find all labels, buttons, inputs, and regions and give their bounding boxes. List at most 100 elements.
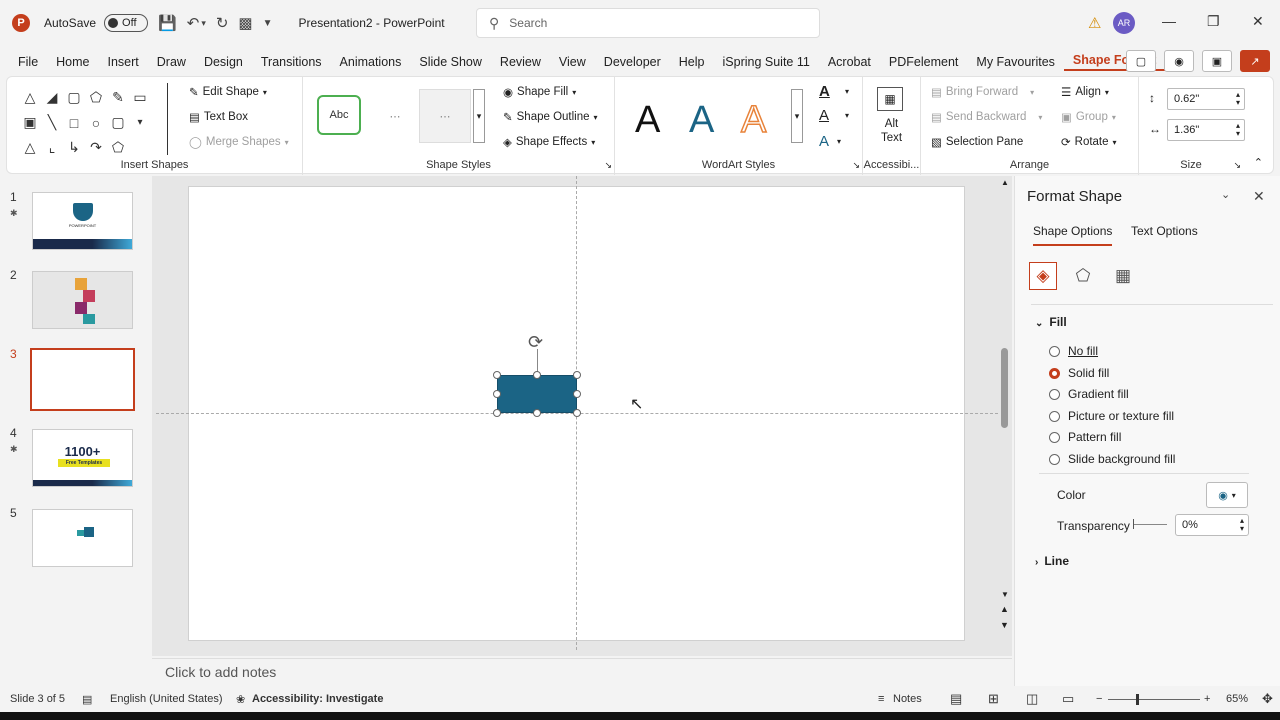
undo-dropdown-icon[interactable]: ▾ (201, 18, 206, 29)
tab-shape-options[interactable]: Shape Options (1033, 224, 1113, 246)
collapse-ribbon-icon[interactable]: ⌃ (1254, 156, 1263, 169)
present-icon[interactable]: ▩ (238, 14, 252, 32)
wordart-style-black[interactable]: A (635, 99, 660, 142)
slide-sorter-icon[interactable]: ⊞ (988, 691, 999, 707)
pane-options-icon[interactable]: ⌄ (1221, 188, 1230, 201)
text-effects-icon[interactable]: A (819, 133, 829, 150)
close-pane-icon[interactable]: ✕ (1253, 188, 1265, 205)
notes-toggle[interactable]: Notes (893, 693, 922, 705)
fill-option-slide-background[interactable]: Slide background fill (1049, 452, 1175, 466)
merge-shapes-button[interactable]: ◯ Merge Shapes ▾ (189, 135, 289, 149)
shape-height-input[interactable]: 0.62" ▴ ▾ (1167, 88, 1245, 110)
triangle-shape-icon[interactable]: △ (19, 85, 41, 110)
rotation-handle-icon[interactable]: ⟳ (528, 332, 543, 353)
rectangle-shape-icon[interactable]: □ (63, 110, 85, 135)
elbow-shape-icon[interactable]: ↳ (63, 135, 85, 160)
warning-icon[interactable]: ⚠ (1088, 14, 1101, 32)
fill-color-picker[interactable]: ◉ ▾ (1206, 482, 1248, 508)
zoom-level[interactable]: 65% (1226, 693, 1248, 705)
spellcheck-icon[interactable]: ▤ (82, 693, 92, 706)
shape-outline-button[interactable]: ✎ Shape Outline ▾ (503, 110, 598, 124)
tab-review[interactable]: Review (491, 55, 550, 69)
resize-handle-top[interactable] (533, 371, 541, 379)
previous-slide-icon[interactable]: ▲ (1000, 604, 1009, 614)
style-preset-2[interactable]: ⋯ (369, 89, 421, 143)
text-fill-icon[interactable]: A (819, 83, 830, 100)
zoom-slider-thumb[interactable] (1136, 694, 1139, 705)
right-triangle-shape-icon[interactable]: ◢ (41, 85, 63, 110)
wordart-style-blue[interactable]: A (689, 99, 714, 142)
dialog-launcher-icon[interactable]: ↘ (1233, 160, 1241, 171)
customize-icon[interactable]: ▼ (263, 18, 273, 29)
tab-insert[interactable]: Insert (99, 55, 148, 69)
resize-handle-right[interactable] (573, 390, 581, 398)
line-shape-icon[interactable]: ╲ (41, 110, 63, 135)
rotate-button[interactable]: ⟳ Rotate ▾ (1061, 135, 1117, 149)
zoom-slider[interactable] (1108, 699, 1200, 700)
minimize-icon[interactable]: — (1162, 13, 1176, 29)
width-spinner-icon[interactable]: ▴ ▾ (1236, 122, 1240, 138)
scroll-down-icon[interactable]: ▼ (1001, 590, 1009, 599)
send-backward-button[interactable]: ▤ Send Backward ▾ (931, 110, 1042, 124)
pentagon-shape-icon[interactable]: ⬠ (85, 85, 107, 110)
resize-handle-top-right[interactable] (573, 371, 581, 379)
oval-shape-icon[interactable]: ○ (85, 110, 107, 135)
scrollbar-thumb[interactable] (1001, 348, 1008, 428)
chevron-down-icon[interactable]: ▾ (837, 137, 841, 146)
tab-pdfelement[interactable]: PDFelement (880, 55, 967, 69)
size-properties-icon[interactable]: ▦ (1109, 262, 1137, 290)
tab-acrobat[interactable]: Acrobat (819, 55, 880, 69)
restore-icon[interactable]: ❐ (1207, 13, 1220, 30)
language-status[interactable]: English (United States) (110, 693, 223, 705)
tab-transitions[interactable]: Transitions (252, 55, 331, 69)
snip-rect-shape-icon[interactable]: ▭ (129, 85, 151, 110)
search-box[interactable]: ⚲ Search (476, 8, 820, 38)
gallery-more-icon[interactable]: ▾ (129, 110, 151, 135)
shape-fill-button[interactable]: ◉ Shape Fill ▾ (503, 85, 576, 99)
tab-view[interactable]: View (550, 55, 595, 69)
fill-line-icon[interactable]: ◈ (1029, 262, 1057, 290)
tab-animations[interactable]: Animations (331, 55, 411, 69)
rounded-box-shape-icon[interactable]: ▢ (107, 110, 129, 135)
undo-icon[interactable]: ↶ (187, 14, 200, 32)
slide-thumbnail-1[interactable]: POWERPOINT (32, 192, 133, 250)
styles-more-icon[interactable]: ▾ (473, 89, 485, 143)
resize-handle-left[interactable] (493, 390, 501, 398)
tab-home[interactable]: Home (47, 55, 98, 69)
chevron-down-icon[interactable]: ▾ (845, 111, 849, 120)
rounded-rect-shape-icon[interactable]: ▢ (63, 85, 85, 110)
shape-width-input[interactable]: 1.36" ▴ ▾ (1167, 119, 1245, 141)
dialog-launcher-icon[interactable]: ↘ (852, 160, 860, 171)
style-preset-1[interactable]: Abc (317, 95, 361, 135)
tab-file[interactable]: File (0, 55, 47, 69)
vertical-scrollbar[interactable]: ▲ ▼ ▲ ▼ (998, 176, 1012, 638)
autosave-toggle[interactable]: Off (104, 14, 149, 32)
resize-handle-bottom-right[interactable] (573, 409, 581, 417)
tab-slide-show[interactable]: Slide Show (410, 55, 491, 69)
accessibility-status[interactable]: Accessibility: Investigate (252, 693, 383, 705)
normal-view-icon[interactable]: ▤ (950, 691, 962, 707)
group-button[interactable]: ▣ Group ▾ (1061, 110, 1116, 124)
alt-text-icon[interactable]: ▦ (877, 87, 903, 111)
wordart-more-icon[interactable]: ▾ (791, 89, 803, 143)
tab-draw[interactable]: Draw (148, 55, 195, 69)
slide-thumbnail-4[interactable]: 1100+ Free Templates (32, 429, 133, 487)
camera-icon[interactable]: ▣ (1202, 50, 1232, 72)
slideshow-view-icon[interactable]: ▭ (1062, 691, 1074, 707)
notes-pane[interactable]: Click to add notes (152, 658, 1012, 686)
text-outline-icon[interactable]: A (819, 107, 829, 124)
fit-to-window-icon[interactable]: ✥ (1262, 691, 1273, 707)
fill-option-picture[interactable]: Picture or texture fill (1049, 409, 1174, 423)
triangle2-shape-icon[interactable]: △ (19, 135, 41, 160)
textbox-shape-icon[interactable]: ▣ (19, 110, 41, 135)
chevron-down-icon[interactable]: ▾ (845, 87, 849, 96)
save-icon[interactable]: 💾 (158, 14, 177, 32)
next-slide-icon[interactable]: ▼ (1000, 620, 1009, 630)
slide-thumbnail-3[interactable] (30, 348, 135, 411)
tab-developer[interactable]: Developer (595, 55, 670, 69)
shape-effects-button[interactable]: ◈ Shape Effects ▾ (503, 135, 595, 149)
fill-section-header[interactable]: ⌄ Fill (1035, 315, 1067, 329)
alt-text-button[interactable]: Alt Text (863, 117, 920, 145)
curve-arrow-shape-icon[interactable]: ↷ (85, 135, 107, 160)
tab-design[interactable]: Design (195, 55, 252, 69)
